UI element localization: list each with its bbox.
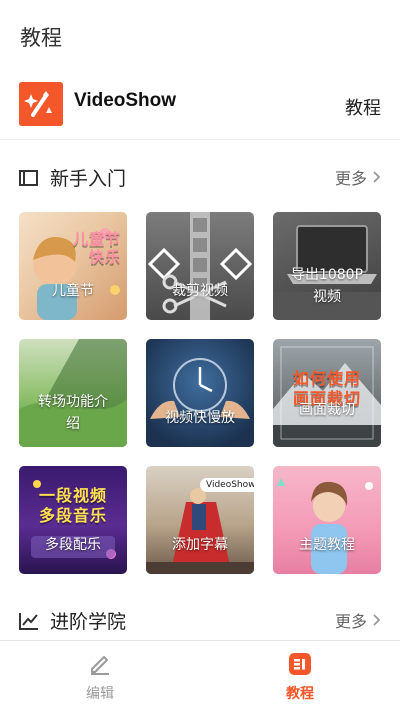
tutorial-tile-transition[interactable]: 转场功能介绍 — [19, 339, 127, 447]
girl-pink-thumbnail — [277, 478, 373, 574]
tutorial-tile-speed[interactable]: 视频快慢放 — [146, 339, 254, 447]
tile-label: 导出1080P 视频 — [290, 267, 364, 305]
page-title: 教程 — [20, 26, 62, 50]
tutorial-tile-subtitle[interactable]: VideoShow 添加字幕 — [146, 466, 254, 574]
chevron-right-icon — [373, 171, 381, 183]
chevron-right-icon — [373, 614, 381, 626]
child-photo-thumbnail — [33, 228, 120, 320]
tutorial-tile-crop[interactable]: 如何使用 画面裁切 画面裁切 — [273, 339, 381, 447]
tutorial-tile-theme[interactable]: 主题教程 — [273, 466, 381, 574]
tile-label: 视频快慢放 — [165, 410, 235, 426]
tab-edit[interactable]: 编辑 — [0, 641, 200, 711]
more-button[interactable]: 更多 — [335, 608, 381, 632]
tile-label: 裁剪视频 — [172, 283, 228, 299]
section-advanced-header: 进阶学院 更多 — [0, 601, 400, 641]
tutorial-tile-multi-music[interactable]: 一段视频 多段音乐 多段配乐 — [19, 466, 127, 574]
tile-label: 添加字幕 — [172, 537, 228, 553]
tile-label: 主题教程 — [299, 537, 355, 553]
scissors-film-thumbnail — [147, 212, 253, 320]
bottom-tab-bar: 编辑 教程 — [0, 640, 400, 711]
tutorial-tile-children[interactable]: 儿童节 快乐 儿童节 — [19, 212, 127, 320]
section-beginner-header: 新手入门 更多 — [0, 158, 400, 198]
chart-icon — [19, 613, 38, 630]
tile-decoration-text: 儿童节 快乐 — [72, 230, 121, 266]
tile-label: 画面裁切 — [299, 402, 355, 418]
wand-icon — [19, 82, 63, 126]
page-header: 教程 — [0, 0, 400, 70]
section-title: 新手入门 — [50, 168, 127, 190]
tile-label: 儿童节 — [52, 283, 94, 299]
tutorial-tile-export[interactable]: 导出1080P 视频 — [273, 212, 381, 320]
tutorial-icon — [289, 653, 311, 675]
app-name: VideoShow — [74, 90, 177, 111]
tile-label: 多段配乐 — [45, 537, 101, 553]
section-title: 进阶学院 — [50, 611, 127, 633]
app-tutorial-label: 教程 — [345, 98, 381, 119]
tab-label: 编辑 — [86, 686, 114, 702]
more-label: 更多 — [334, 612, 367, 631]
tab-label: 教程 — [286, 686, 314, 702]
app-banner[interactable]: VideoShow 教程 — [0, 70, 400, 140]
tile-decoration-text: VideoShow — [200, 478, 254, 492]
more-label: 更多 — [334, 169, 367, 188]
pencil-icon — [91, 656, 109, 675]
tutorial-tile-trim[interactable]: 裁剪视频 — [146, 212, 254, 320]
book-icon — [19, 170, 38, 186]
tab-tutorial[interactable]: 教程 — [200, 641, 400, 711]
clock-hands-thumbnail — [150, 358, 250, 419]
tile-decoration-text: 一段视频 多段音乐 — [38, 486, 107, 525]
tile-label: 转场功能介绍 — [38, 394, 108, 432]
more-button[interactable]: 更多 — [335, 165, 381, 189]
